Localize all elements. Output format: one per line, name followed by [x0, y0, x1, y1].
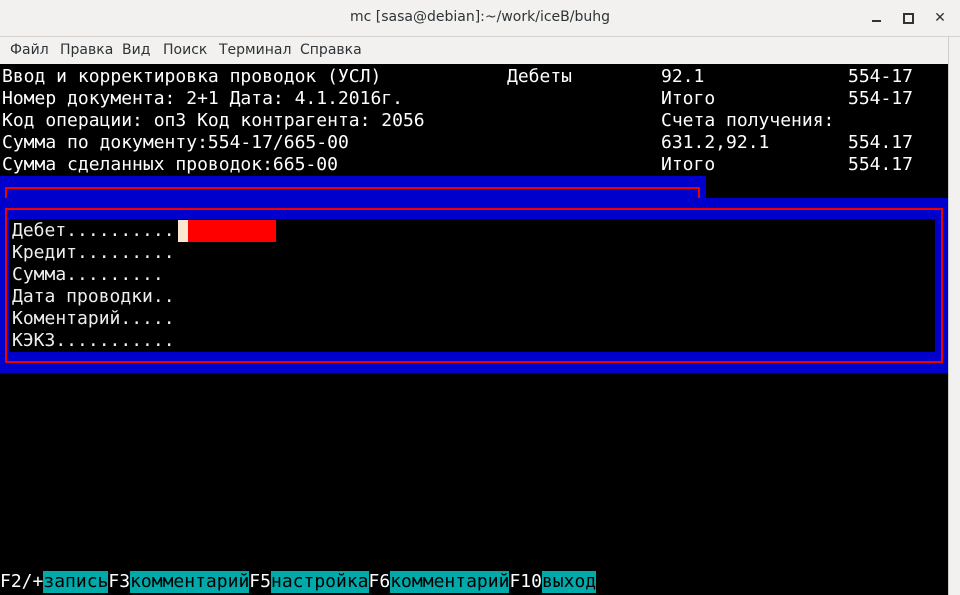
maximize-icon[interactable]	[896, 6, 920, 30]
header-total-label: Итого	[661, 88, 716, 109]
fkey-f6-comment[interactable]: комментарий	[390, 571, 510, 593]
minimize-icon[interactable]	[864, 6, 888, 30]
window-title: mc [sasa@debian]:~/work/iceB/buhg	[350, 9, 610, 25]
field-credit-label: Кредит.........	[12, 242, 175, 263]
fkey-f6-key[interactable]: F6	[369, 571, 391, 593]
header-title: Ввод и корректировка проводок (УСЛ)	[2, 66, 382, 87]
menu-bar: Файл Правка Вид Поиск Терминал Справка	[0, 37, 948, 64]
menu-edit[interactable]: Правка	[60, 42, 113, 58]
header-debit-sum: 554-17	[848, 66, 914, 87]
header-operation: Код операции: оп3 Код контрагента: 2056	[2, 110, 425, 131]
back-panel-frame	[5, 187, 700, 198]
fkey-f3-key[interactable]: F3	[108, 571, 130, 593]
field-debit-label: Дебет..........	[12, 220, 175, 241]
back-panel	[0, 176, 706, 198]
header-debit-account: 92.1	[661, 66, 705, 87]
function-key-bar: F2/+ запись F3 комментарий F5 настройка F6 комм…	[0, 571, 597, 593]
menu-search[interactable]: Поиск	[163, 42, 207, 58]
fkey-f2-key[interactable]: F2/+	[0, 571, 43, 593]
close-icon[interactable]: ✕	[928, 6, 952, 30]
fkey-f5-settings[interactable]: настройка	[270, 571, 369, 593]
header-total2-sum: 554.17	[848, 154, 914, 175]
header-doc-sum: Сумма по документу:554-17/665-00	[2, 132, 349, 153]
field-sum-label: Сумма.........	[12, 264, 164, 285]
header-receive-sum: 554.17	[848, 132, 914, 153]
field-kekz-label: КЭКЗ...........	[12, 330, 175, 351]
menu-help[interactable]: Справка	[300, 42, 362, 58]
menu-terminal[interactable]: Терминал	[219, 42, 291, 58]
text-cursor	[178, 220, 188, 242]
header-total-sum: 554-17	[848, 88, 914, 109]
header-document: Номер документа: 2+1 Дата: 4.1.2016г.	[2, 88, 403, 109]
fkey-f10-exit[interactable]: выход	[541, 571, 597, 593]
field-date-label: Дата проводки..	[12, 286, 175, 307]
field-comment-label: Коментарий.....	[12, 308, 175, 329]
header-total2-label: Итого	[661, 154, 716, 175]
terminal-area[interactable]: Ввод и корректировка проводок (УСЛ) Дебе…	[0, 64, 948, 595]
fkey-f10-key[interactable]: F10	[509, 571, 542, 593]
menu-view[interactable]: Вид	[122, 42, 150, 58]
fkey-f3-comment[interactable]: комментарий	[130, 571, 250, 593]
menu-file[interactable]: Файл	[10, 42, 49, 58]
window-titlebar[interactable]: mc [sasa@debian]:~/work/iceB/buhg ✕	[0, 0, 960, 37]
header-receive-accounts-label: Счета получения:	[661, 110, 835, 131]
fkey-f5-key[interactable]: F5	[249, 571, 271, 593]
header-receive-accounts: 631.2,92.1	[661, 132, 770, 153]
fkey-f2-save[interactable]: запись	[43, 571, 109, 593]
header-made-entries: Сумма сделанных проводок:665-00	[2, 154, 338, 175]
terminal-scrollbar[interactable]	[948, 37, 960, 595]
header-debits-label: Дебеты	[507, 66, 573, 87]
debit-input[interactable]	[188, 220, 276, 242]
